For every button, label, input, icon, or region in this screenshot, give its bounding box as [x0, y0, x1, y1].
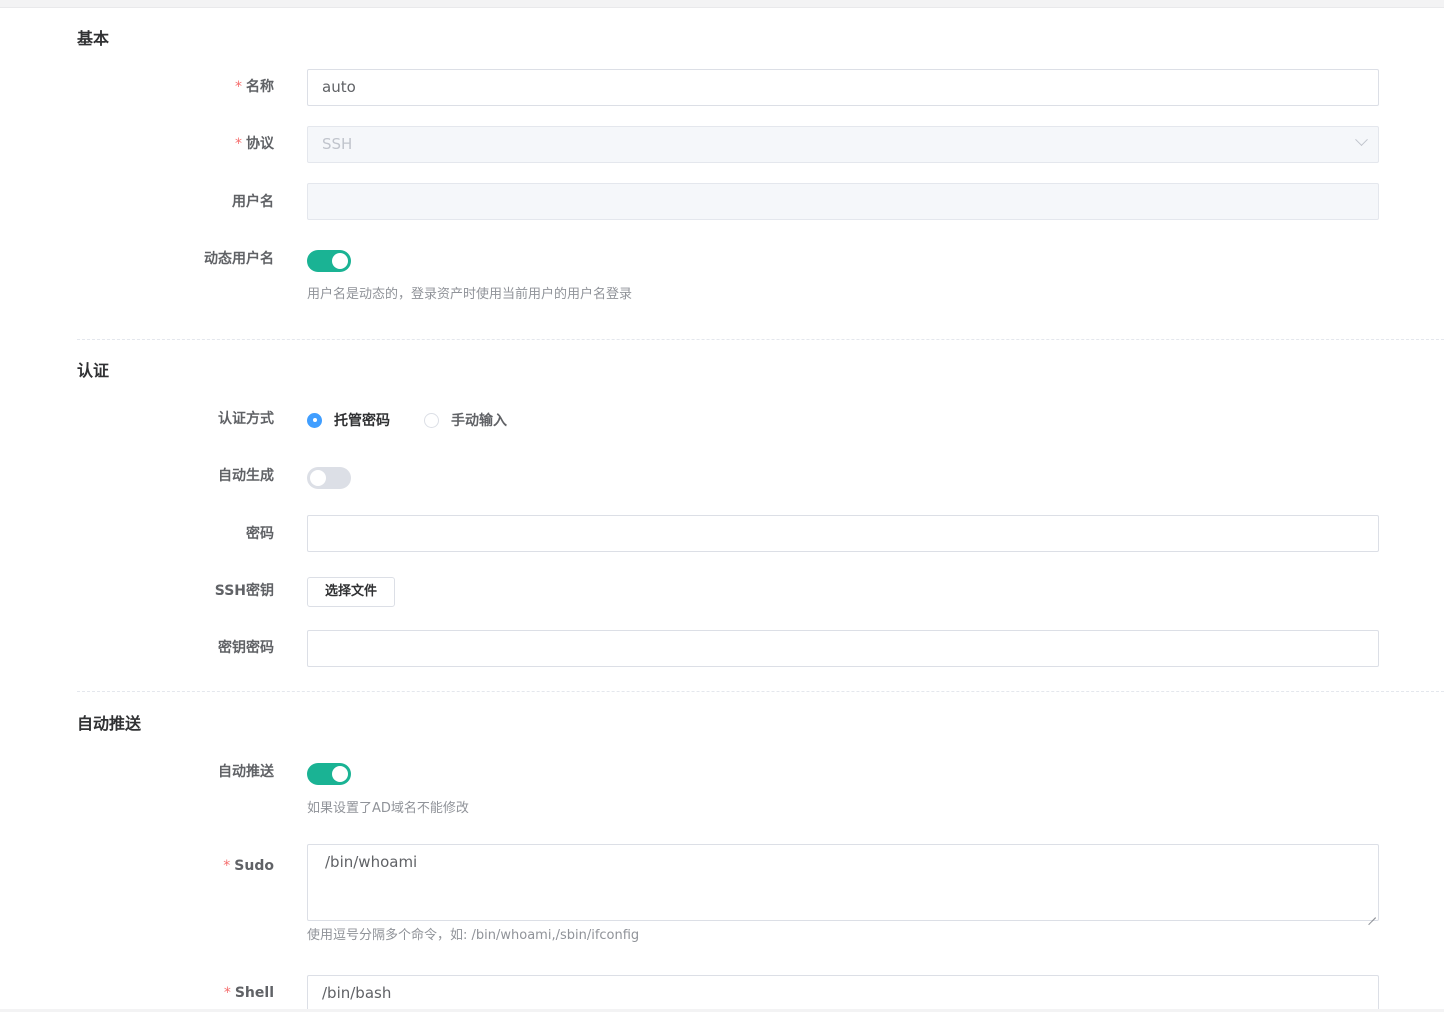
protocol-label: * 协议	[235, 136, 274, 152]
switch-knob	[310, 470, 326, 486]
radio-unchecked-icon	[424, 412, 439, 428]
dynamic-username-label: 动态用户名	[204, 251, 274, 267]
sudo-textarea[interactable]: /bin/whoami	[307, 844, 1379, 921]
radio-checked-icon	[307, 412, 322, 428]
shell-label: * Shell	[223, 985, 274, 1001]
sudo-label: * Sudo	[223, 858, 274, 874]
required-star: *	[223, 858, 231, 874]
username-input[interactable]	[307, 183, 1379, 220]
radio-managed-password[interactable]: 托管密码	[307, 410, 390, 430]
section-title-auth: 认证	[77, 361, 110, 380]
required-star: *	[235, 136, 242, 152]
protocol-select[interactable]: SSH	[307, 126, 1379, 163]
auto-push-label: 自动推送	[218, 764, 274, 780]
required-star: *	[223, 985, 231, 1001]
switch-knob	[332, 253, 348, 269]
switch-knob	[332, 766, 348, 782]
section-divider	[77, 339, 1444, 340]
key-password-label: 密钥密码	[218, 640, 274, 656]
password-label: 密码	[246, 526, 274, 542]
required-star: *	[235, 79, 242, 95]
sudo-textarea-value: /bin/whoami	[325, 853, 418, 871]
dynamic-username-switch[interactable]	[307, 250, 351, 272]
password-input[interactable]	[307, 515, 1379, 552]
resize-handle-icon[interactable]	[1368, 910, 1376, 918]
ssh-key-label: SSH密钥	[214, 583, 274, 599]
choose-file-button[interactable]: 选择文件	[307, 577, 396, 607]
sudo-hint: 使用逗号分隔多个命令，如: /bin/whoami,/sbin/ifconfig	[307, 928, 640, 943]
section-divider	[77, 691, 1444, 692]
name-label: * 名称	[235, 79, 274, 95]
radio-managed-password-label: 托管密码	[334, 413, 390, 429]
auth-method-label: 认证方式	[218, 411, 274, 427]
chevron-down-icon	[1355, 133, 1368, 147]
username-label: 用户名	[232, 194, 274, 210]
auto-push-switch[interactable]	[307, 763, 351, 785]
top-bar	[0, 0, 1444, 8]
section-title-basic: 基本	[77, 29, 110, 48]
auto-push-hint: 如果设置了AD域名不能修改	[307, 801, 469, 816]
radio-manual-input[interactable]: 手动输入	[424, 410, 507, 430]
radio-manual-input-label: 手动输入	[451, 413, 507, 429]
key-password-input[interactable]	[307, 630, 1379, 667]
protocol-select-value: SSH	[322, 135, 353, 153]
dynamic-username-hint: 用户名是动态的，登录资产时使用当前用户的用户名登录	[307, 287, 633, 302]
name-input[interactable]: auto	[307, 69, 1379, 106]
section-title-push: 自动推送	[77, 714, 142, 733]
auto-generate-switch[interactable]	[307, 467, 351, 489]
shell-input[interactable]: /bin/bash	[307, 975, 1379, 1012]
auth-method-radio-group: 托管密码 手动输入	[307, 410, 541, 430]
auto-generate-label: 自动生成	[218, 468, 274, 484]
